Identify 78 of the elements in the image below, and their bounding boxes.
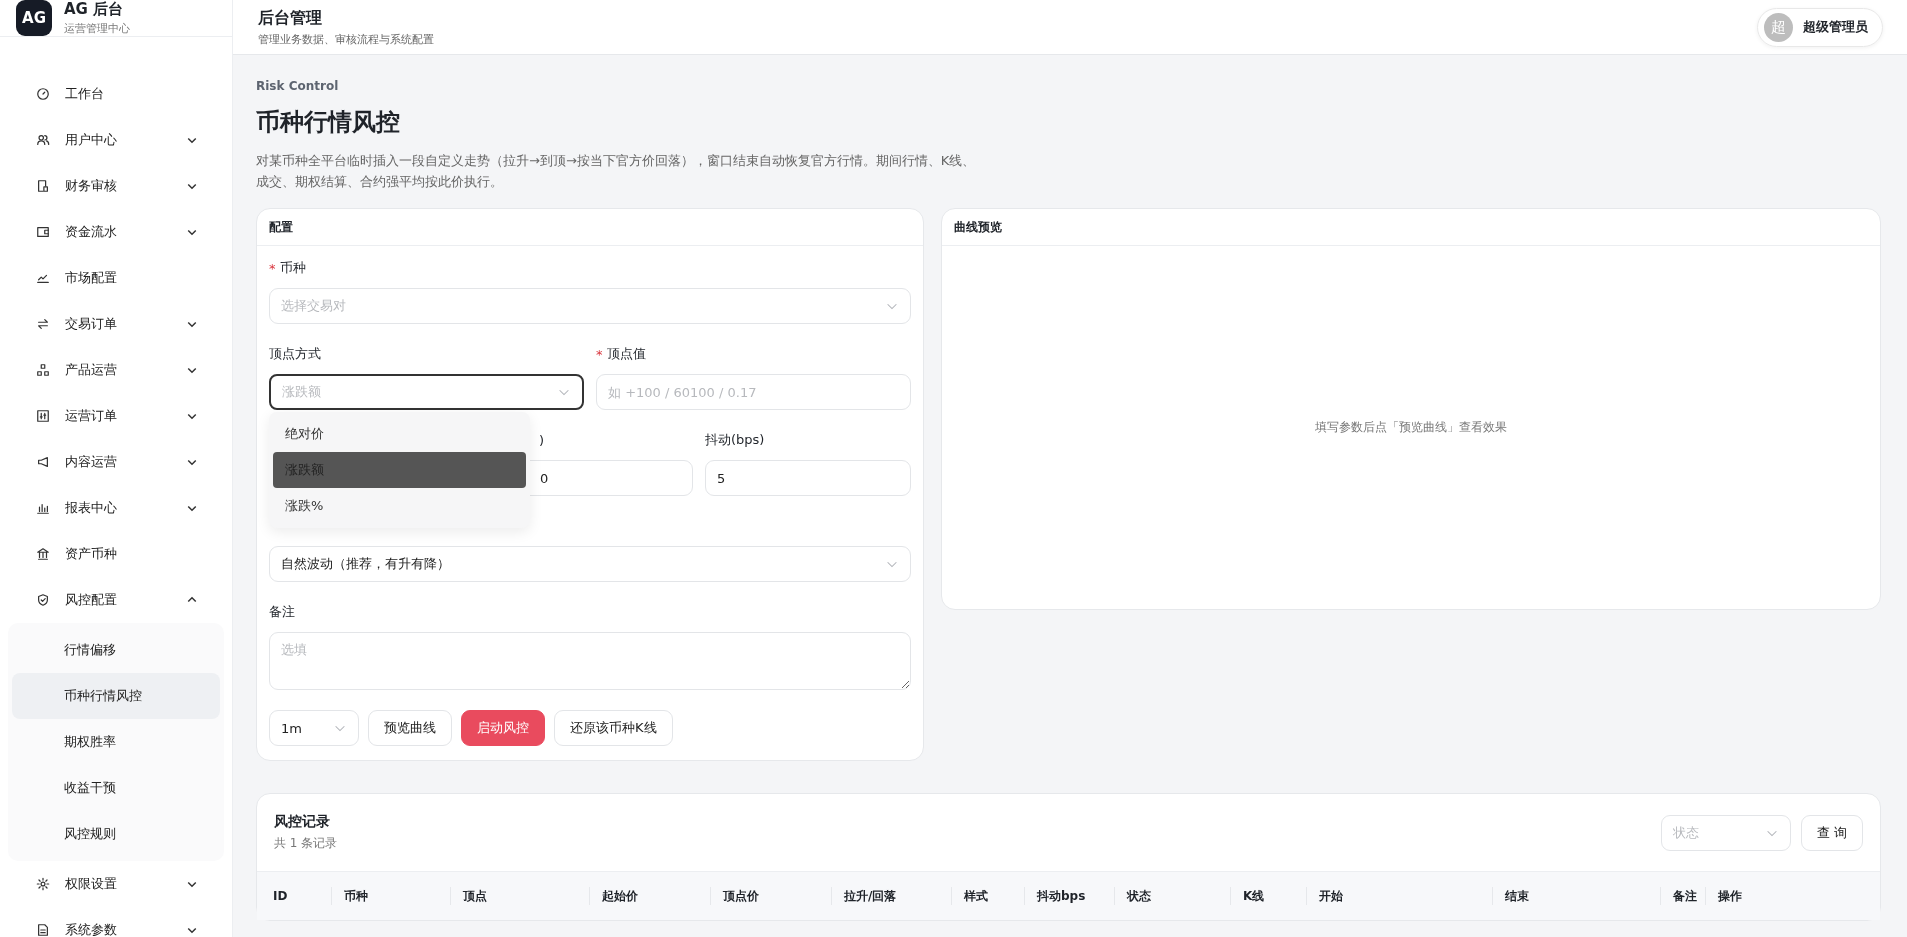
action-button[interactable]: 还原该币种K线 [554,710,673,746]
column-header: 顶点 [463,887,590,905]
sidebar-item[interactable]: 工作台 [0,71,232,117]
sidebar-item[interactable]: 财务审核 [0,163,232,209]
start-button[interactable]: 启动风控 [461,710,545,746]
record-count: 共 1 条记录 [274,835,338,852]
swap-icon [36,317,50,331]
text-area[interactable]: 选填 [269,632,911,690]
submenu-item[interactable]: 行情偏移 [12,627,220,673]
shield-icon [36,593,50,607]
field-label: 抖动(bps) [705,431,765,449]
header-subtitle: 管理业务数据、审核流程与系统配置 [258,31,434,47]
sidebar-item[interactable]: 运营订单 [0,393,232,439]
page-eyebrow: Risk Control [256,79,340,93]
sidebar-item[interactable]: 风控配置 [0,577,232,623]
required-mark: * [269,260,276,276]
sidebar-item[interactable]: 权限设置 [0,861,232,907]
user-name: 超级管理员 [1803,18,1868,36]
sidebar-item[interactable]: 内容运营 [0,439,232,485]
field-label: ) [539,432,545,448]
sidebar-item[interactable]: 系统参数 [0,907,232,937]
sidebar-item[interactable]: 报表中心 [0,485,232,531]
sidebar-item[interactable]: 用户中心 [0,117,232,163]
field-label: 顶点方式 [269,345,321,363]
column-header: 备注 [1673,887,1706,905]
interval-select[interactable]: 1m [269,710,359,746]
column-header: 状态 [1127,887,1231,905]
avatar: 超 [1764,12,1793,42]
submenu-item[interactable]: 收益干预 [12,765,220,811]
column-header: 结束 [1505,887,1661,905]
field-label: 备注 [269,603,295,621]
column-header: 顶点价 [723,887,832,905]
input-field[interactable]: 5 [705,460,911,496]
sidebar-item[interactable]: 交易订单 [0,301,232,347]
column-header: 拉升/回落 [844,887,952,905]
document-icon [36,179,50,193]
column-header: 操作 [1718,887,1743,905]
sidebar-item[interactable]: 资金流水 [0,209,232,255]
file-icon [36,923,50,937]
field-label: 顶点值 [606,345,646,363]
bar-chart-icon [36,501,50,515]
column-header: K线 [1243,887,1307,905]
empty-hint: 填写参数后点「预览曲线」查看效果 [1315,419,1507,436]
column-header: 样式 [964,887,1025,905]
action-button[interactable]: 预览曲线 [368,710,452,746]
column-header: 币种 [344,887,451,905]
megaphone-icon [36,455,50,469]
sidebar-item[interactable]: 产品运营 [0,347,232,393]
required-mark: * [596,346,603,362]
sidebar-item[interactable]: 资产币种 [0,531,232,577]
submenu-item[interactable]: 期权胜率 [12,719,220,765]
users-icon [36,133,50,147]
bank-icon [36,547,50,561]
column-header: 起始价 [602,887,711,905]
card-title: 风控记录 [274,813,331,831]
column-header: 抖动bps [1037,887,1115,905]
input-field[interactable]: 如 +100 / 60100 / 0.17 [596,374,911,410]
submenu-item[interactable]: 币种行情风控 [12,673,220,719]
sliders-icon [36,409,50,423]
logo: AG [16,0,52,36]
wallet-icon [36,225,50,239]
select-field[interactable]: 自然波动（推荐，有升有降） [269,546,911,582]
submenu-item[interactable]: 风控规则 [12,811,220,857]
boxes-icon [36,363,50,377]
header-title: 后台管理 [258,7,323,29]
gauge-icon [36,87,50,101]
brand-subtitle: 运营管理中心 [64,21,130,36]
query-button[interactable]: 查 询 [1800,814,1863,851]
column-header: ID [273,887,332,905]
brand-title: AG 后台 [64,0,125,19]
column-header: 开始 [1319,887,1493,905]
sidebar-item[interactable]: 市场配置 [0,255,232,301]
card-title: 曲线预览 [942,209,1880,246]
page-description: 对某币种全平台临时插入一段自定义走势（拉升→到顶→按当下官方价回落），窗口结束自动恢复官方行情。期间行情、K线、成交、期权结算、合约强平均按此价执行。 [256,152,977,191]
dropdown-option[interactable]: 绝对价 [273,416,526,452]
page-title: 币种行情风控 [256,107,401,138]
field-label: 币种 [279,259,306,277]
card-title: 配置 [257,209,923,246]
